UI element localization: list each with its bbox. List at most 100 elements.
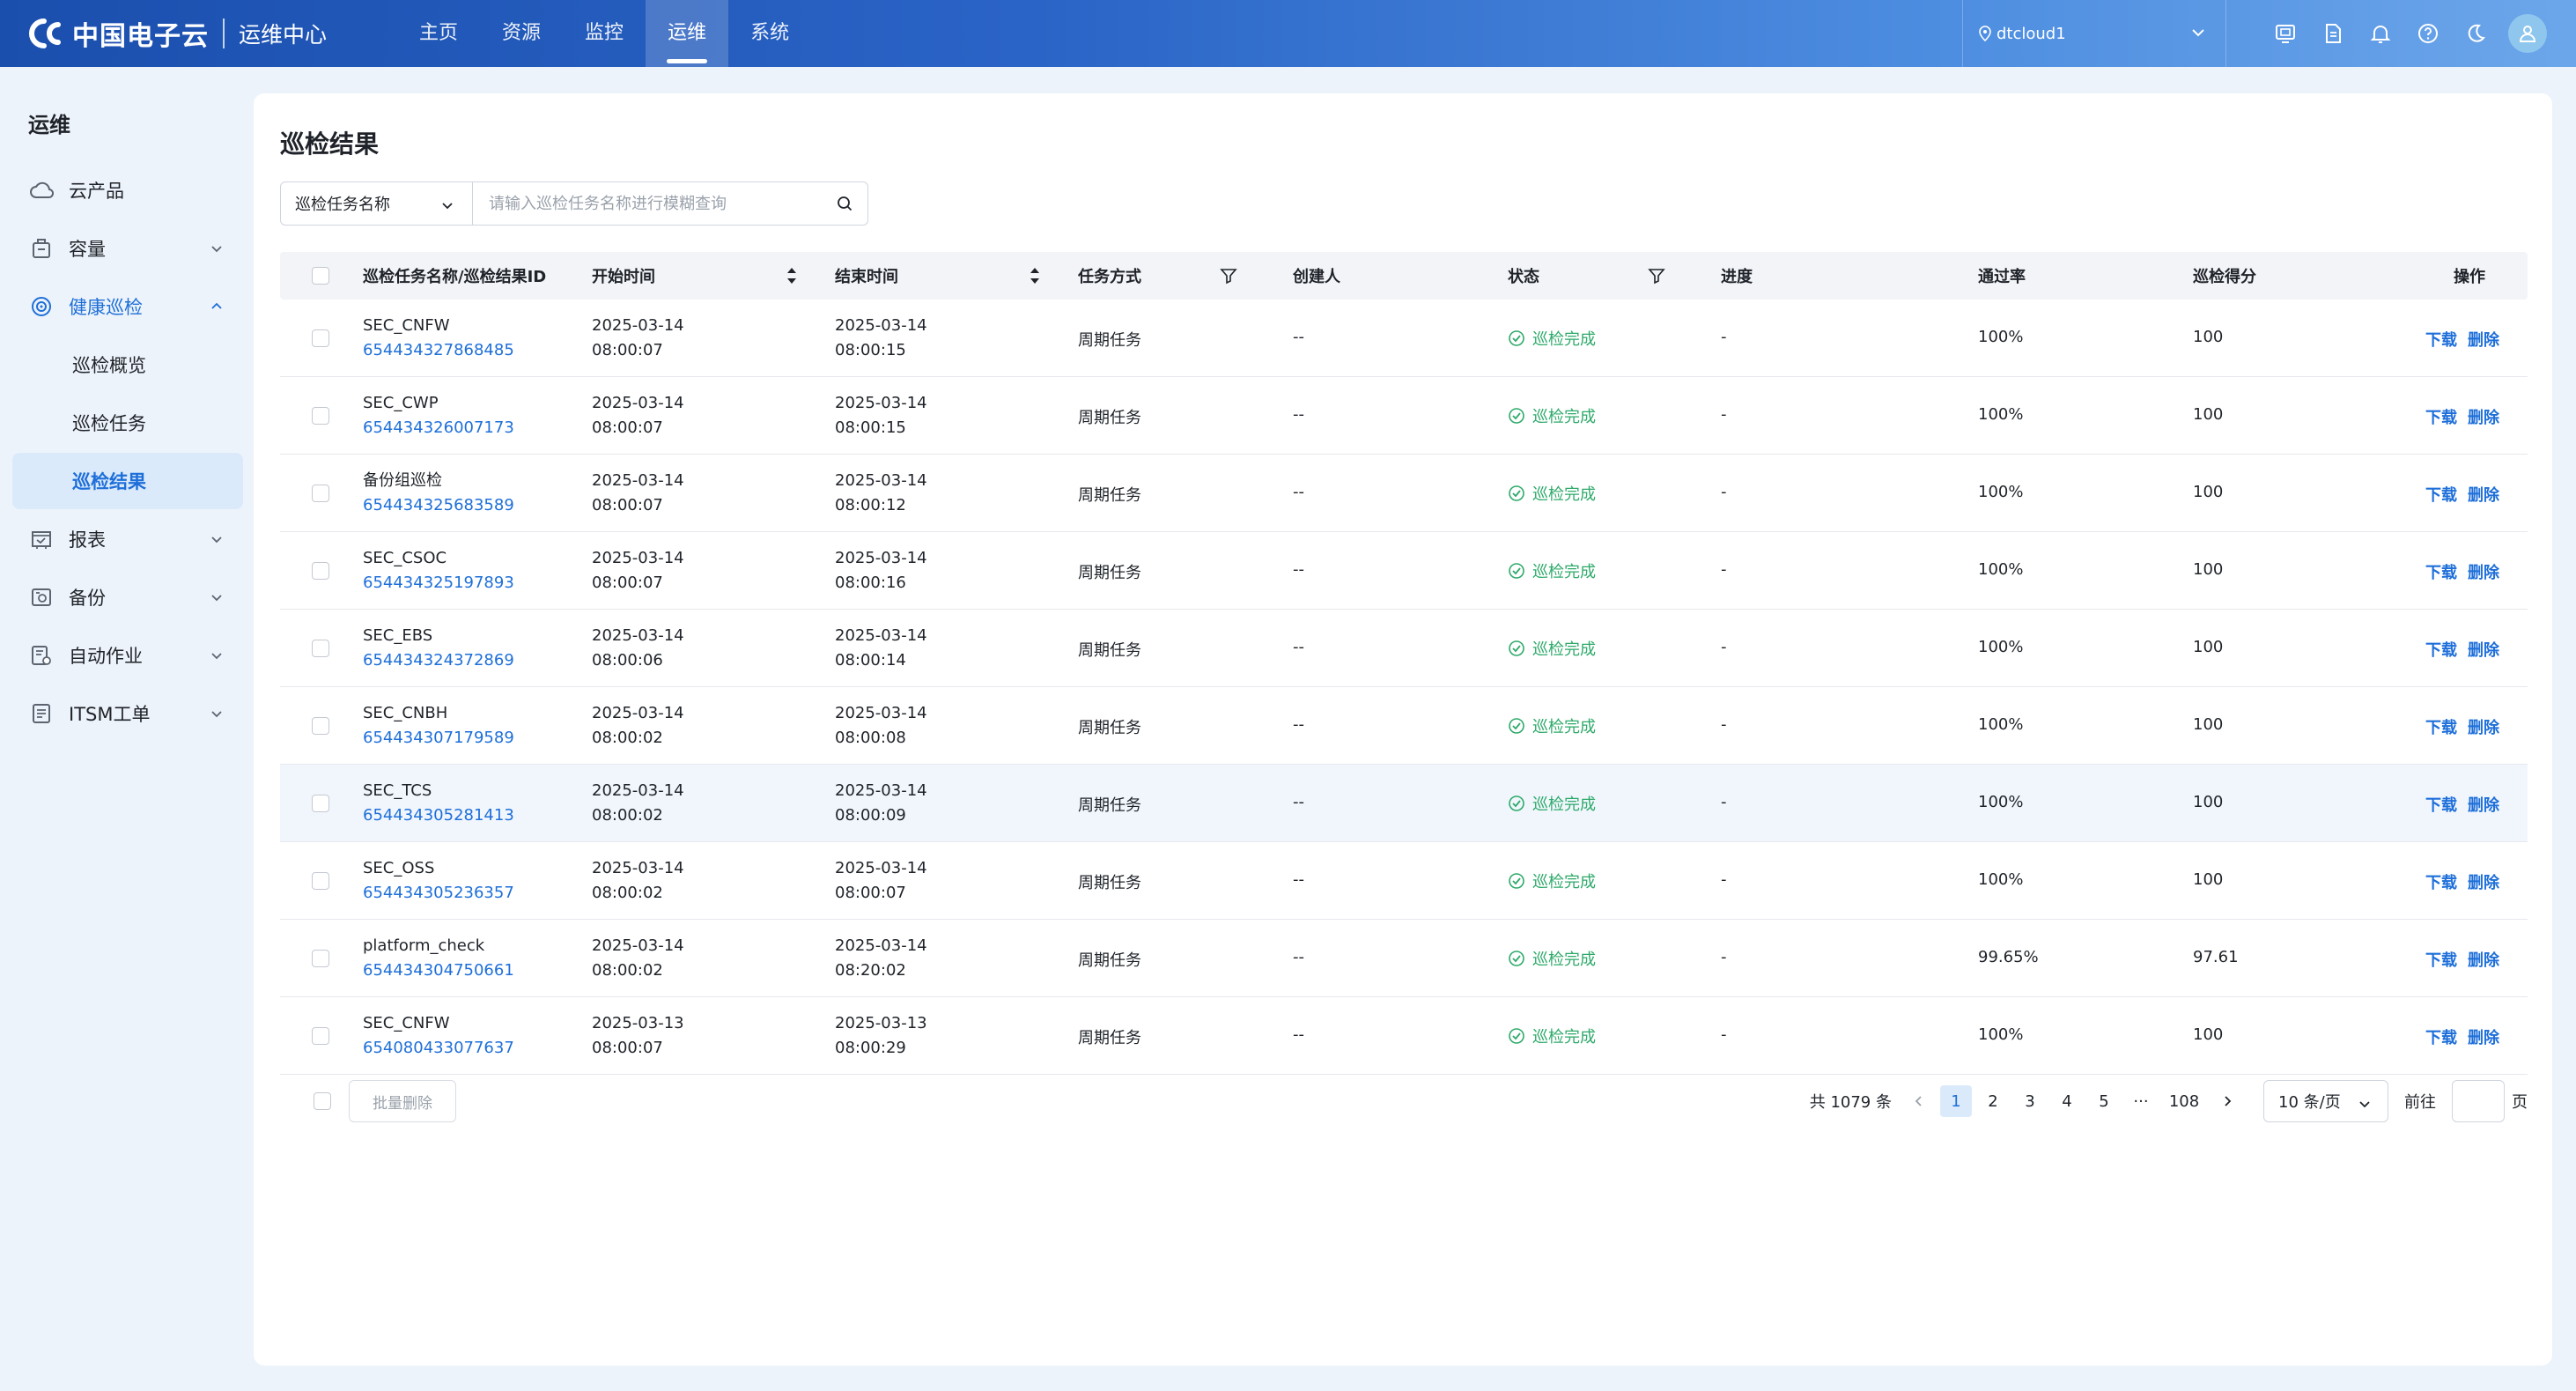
sidebar-item-auto-jobs[interactable]: 自动作业 xyxy=(12,627,243,684)
logo[interactable]: 中国电子云 运维中心 xyxy=(26,0,327,67)
sidebar-item-reports[interactable]: 报表 xyxy=(12,511,243,567)
user-avatar[interactable] xyxy=(2508,14,2547,53)
table-row[interactable]: SEC_CNBH 654434307179589 2025-03-14 08:00:0… xyxy=(280,687,2528,765)
sidebar-item-capacity[interactable]: 容量 xyxy=(12,220,243,277)
page-5-button[interactable]: 5 xyxy=(2088,1085,2120,1117)
select-all-checkbox[interactable] xyxy=(312,267,329,285)
auto-job-icon xyxy=(28,642,55,669)
help-icon[interactable] xyxy=(2404,0,2452,67)
result-id-link[interactable]: 654434324372869 xyxy=(363,648,514,673)
delete-button[interactable]: 删除 xyxy=(2468,560,2499,583)
col-end-time[interactable]: 结束时间 xyxy=(835,264,898,287)
table-row[interactable]: SEC_CWP 654434326007173 2025-03-14 08:00:07… xyxy=(280,377,2528,455)
search-field-select[interactable]: 巡检任务名称 xyxy=(281,182,473,225)
sidebar-subitem-overview[interactable]: 巡检概览 xyxy=(12,337,243,393)
sidebar-item-cloud-product[interactable]: 云产品 xyxy=(12,162,243,218)
download-button[interactable]: 下载 xyxy=(2425,405,2457,428)
result-id-link[interactable]: 654434305281413 xyxy=(363,803,514,828)
table-row[interactable]: SEC_CSOC 654434325197893 2025-03-14 08:00:0… xyxy=(280,532,2528,610)
delete-button[interactable]: 删除 xyxy=(2468,405,2499,428)
delete-button[interactable]: 删除 xyxy=(2468,870,2499,893)
sidebar-subitem-results[interactable]: 巡检结果 xyxy=(12,453,243,509)
row-checkbox[interactable] xyxy=(312,872,329,890)
page-last-button[interactable]: 108 xyxy=(2162,1085,2206,1117)
page-4-button[interactable]: 4 xyxy=(2051,1085,2083,1117)
monitor-icon[interactable] xyxy=(2262,0,2309,67)
sidebar-item-health-inspection[interactable]: 健康巡检 xyxy=(12,278,243,335)
page-1-button[interactable]: 1 xyxy=(1940,1085,1972,1117)
delete-button[interactable]: 删除 xyxy=(2468,1025,2499,1048)
row-checkbox[interactable] xyxy=(312,795,329,812)
download-button[interactable]: 下载 xyxy=(2425,328,2457,351)
sidebar-subitem-tasks[interactable]: 巡检任务 xyxy=(12,395,243,451)
page-size-select[interactable]: 10 条/页 xyxy=(2263,1080,2388,1122)
row-checkbox[interactable] xyxy=(312,1027,329,1045)
nav-home[interactable]: 主页 xyxy=(397,0,480,67)
batch-delete-button[interactable]: 批量删除 xyxy=(349,1080,456,1122)
search-input[interactable] xyxy=(473,183,822,224)
filter-icon[interactable] xyxy=(1219,266,1238,285)
delete-button[interactable]: 删除 xyxy=(2468,948,2499,971)
search-button[interactable] xyxy=(822,182,867,225)
result-id-link[interactable]: 654434304750661 xyxy=(363,958,514,983)
result-id-link[interactable]: 654434305236357 xyxy=(363,881,514,906)
table-row[interactable]: SEC_TCS 654434305281413 2025-03-14 08:00:02… xyxy=(280,765,2528,842)
download-button[interactable]: 下载 xyxy=(2425,715,2457,738)
sidebar-item-itsm[interactable]: ITSM工单 xyxy=(12,685,243,742)
table-row[interactable]: 备份组巡检 654434325683589 2025-03-14 08:00:07 20… xyxy=(280,455,2528,532)
row-checkbox[interactable] xyxy=(312,640,329,657)
next-page-button[interactable] xyxy=(2211,1085,2243,1117)
table-row[interactable]: SEC_CNFW 654434327868485 2025-03-14 08:00:0… xyxy=(280,300,2528,377)
document-icon[interactable] xyxy=(2309,0,2357,67)
delete-button[interactable]: 删除 xyxy=(2468,328,2499,351)
nav-system[interactable]: 系统 xyxy=(728,0,811,67)
result-id-link[interactable]: 654080433077637 xyxy=(363,1036,514,1061)
page-2-button[interactable]: 2 xyxy=(1977,1085,2009,1117)
result-id-link[interactable]: 654434325683589 xyxy=(363,493,514,518)
delete-button[interactable]: 删除 xyxy=(2468,793,2499,816)
nav-operations[interactable]: 运维 xyxy=(646,0,729,67)
download-button[interactable]: 下载 xyxy=(2425,948,2457,971)
row-checkbox[interactable] xyxy=(312,717,329,735)
goto-page-input[interactable] xyxy=(2452,1080,2505,1122)
moon-icon[interactable] xyxy=(2452,0,2499,67)
table-row[interactable]: SEC_OSS 654434305236357 2025-03-14 08:00:02… xyxy=(280,842,2528,920)
download-button[interactable]: 下载 xyxy=(2425,638,2457,661)
result-id-link[interactable]: 654434307179589 xyxy=(363,726,514,751)
download-button[interactable]: 下载 xyxy=(2425,483,2457,506)
table-row[interactable]: SEC_CNFW 654080433077637 2025-03-13 08:00:0… xyxy=(280,997,2528,1075)
col-start-time[interactable]: 开始时间 xyxy=(592,264,655,287)
prev-page-button[interactable] xyxy=(1903,1085,1935,1117)
row-checkbox[interactable] xyxy=(312,485,329,502)
delete-button[interactable]: 删除 xyxy=(2468,638,2499,661)
sort-icon[interactable] xyxy=(1029,265,1041,286)
delete-button[interactable]: 删除 xyxy=(2468,715,2499,738)
sort-icon[interactable] xyxy=(786,265,798,286)
result-id-link[interactable]: 654434326007173 xyxy=(363,416,514,440)
table-row[interactable]: SEC_EBS 654434324372869 2025-03-14 08:00:06… xyxy=(280,610,2528,687)
nav-monitoring[interactable]: 监控 xyxy=(563,0,646,67)
row-checkbox[interactable] xyxy=(312,950,329,967)
download-button[interactable]: 下载 xyxy=(2425,560,2457,583)
filter-icon[interactable] xyxy=(1647,266,1666,285)
result-id-link[interactable]: 654434327868485 xyxy=(363,338,514,363)
end-time-cell: 2025-03-14 08:00:16 xyxy=(835,546,927,596)
row-checkbox[interactable] xyxy=(312,407,329,425)
footer-select-checkbox[interactable] xyxy=(314,1092,331,1110)
table-row[interactable]: platform_check 654434304750661 2025-03-14 0… xyxy=(280,920,2528,997)
download-button[interactable]: 下载 xyxy=(2425,1025,2457,1048)
page-ellipsis[interactable]: ··· xyxy=(2125,1085,2157,1117)
download-button[interactable]: 下载 xyxy=(2425,870,2457,893)
delete-button[interactable]: 删除 xyxy=(2468,483,2499,506)
nav-resources[interactable]: 资源 xyxy=(480,0,563,67)
page-3-button[interactable]: 3 xyxy=(2014,1085,2046,1117)
row-checkbox[interactable] xyxy=(312,329,329,347)
row-checkbox[interactable] xyxy=(312,562,329,580)
region-selector[interactable]: dtcloud1 xyxy=(1962,0,2226,67)
sidebar-item-backup[interactable]: 备份 xyxy=(12,569,243,625)
result-id-link[interactable]: 654434325197893 xyxy=(363,571,514,596)
download-button[interactable]: 下载 xyxy=(2425,793,2457,816)
bell-icon[interactable] xyxy=(2357,0,2404,67)
status-text: 巡检完成 xyxy=(1532,795,1596,814)
end-clock: 08:00:09 xyxy=(835,806,906,825)
